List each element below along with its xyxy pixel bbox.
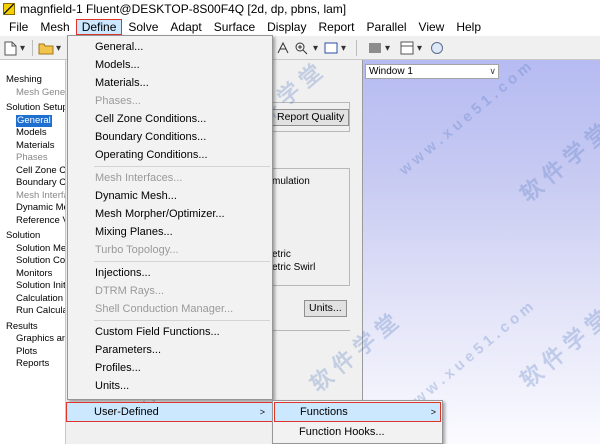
zoom-dropdown-arrow-icon[interactable]: ▾ <box>313 40 318 56</box>
window-layout-icon[interactable] <box>400 40 414 56</box>
new-file-icon[interactable] <box>4 40 17 56</box>
menu-separator <box>94 261 270 262</box>
menu-item-cell-zone-conditions[interactable]: Cell Zone Conditions... <box>69 110 271 128</box>
submenu-arrow-icon: > <box>259 407 265 417</box>
menu-solve[interactable]: Solve <box>122 19 164 35</box>
menu-item-dtrm-rays: DTRM Rays... <box>95 285 165 297</box>
tree-group-solution[interactable]: Solution <box>6 230 40 242</box>
menu-adapt[interactable]: Adapt <box>164 19 207 35</box>
menu-item-user-defined[interactable]: User-Defined > <box>66 402 274 422</box>
menu-item-mixing-planes[interactable]: Mixing Planes... <box>69 223 271 241</box>
menu-view[interactable]: View <box>413 19 451 35</box>
chevron-down-icon: ∨ <box>489 66 496 76</box>
menu-help[interactable]: Help <box>450 19 487 35</box>
menu-separator <box>94 166 270 167</box>
tree-item-solution-controls[interactable]: Solution Controls <box>16 255 65 267</box>
file-dropdown-arrow-icon[interactable]: ▾ <box>20 40 25 56</box>
user-defined-submenu: Functions > Function Hooks... <box>272 400 443 444</box>
menu-item-operating-conditions[interactable]: Operating Conditions... <box>69 146 271 164</box>
menu-item-custom-field-functions[interactable]: Custom Field Functions... <box>69 323 271 341</box>
menu-item-mesh-interfaces: Mesh Interfaces... <box>95 172 183 184</box>
tree-item-solution-methods[interactable]: Solution Methods <box>16 243 65 255</box>
menu-separator <box>94 320 270 321</box>
submenu-arrow-icon: > <box>430 407 436 417</box>
tree-item-plots[interactable]: Plots <box>16 346 37 358</box>
menu-item-turbo-topology: Turbo Topology... <box>95 244 179 256</box>
fit-dropdown-arrow-icon[interactable]: ▾ <box>341 40 346 56</box>
submenu-item-function-hooks[interactable]: Function Hooks... <box>274 423 441 443</box>
menu-item-profiles[interactable]: Profiles... <box>69 359 271 377</box>
menu-mesh[interactable]: Mesh <box>34 19 75 35</box>
menu-item-units[interactable]: Units... <box>69 377 271 395</box>
tree-item-graphics-and-animations[interactable]: Graphics and Animations <box>16 333 65 345</box>
tree-item-phases[interactable]: Phases <box>16 152 48 164</box>
axisymmetric-option[interactable]: etric <box>272 249 291 260</box>
simulation-type-label: mulation <box>272 176 310 187</box>
tree-item-models[interactable]: Models <box>16 127 47 139</box>
tree-item-calculation-activities[interactable]: Calculation Activities <box>16 293 65 305</box>
layout-dropdown-arrow-icon[interactable]: ▾ <box>385 40 390 56</box>
submenu-item-label: Functions <box>300 406 348 418</box>
tree-group-meshing[interactable]: Meshing <box>6 74 42 86</box>
menu-item-label: User-Defined <box>94 406 159 418</box>
submenu-item-label: Function Hooks... <box>299 426 385 438</box>
help-icon[interactable] <box>430 40 444 56</box>
window-layout-dropdown-arrow-icon[interactable]: ▾ <box>417 40 422 56</box>
menu-item-dynamic-mesh[interactable]: Dynamic Mesh... <box>69 187 271 205</box>
window-selector-dropdown[interactable]: Window 1 ∨ <box>365 64 499 79</box>
menu-item-phases: Phases... <box>95 95 141 107</box>
toolbar-separator <box>32 40 33 56</box>
zoom-in-icon[interactable] <box>294 40 308 56</box>
tree-item-reference-values[interactable]: Reference Values <box>16 215 65 227</box>
tree-item-monitors[interactable]: Monitors <box>16 268 52 280</box>
tree-item-materials[interactable]: Materials <box>16 140 55 152</box>
fit-window-icon[interactable] <box>324 40 338 56</box>
menu-define[interactable]: Define <box>75 19 123 35</box>
tree-item-solution-initialization[interactable]: Solution Initialization <box>16 280 65 292</box>
probe-icon[interactable] <box>276 40 290 56</box>
menu-report[interactable]: Report <box>312 19 360 35</box>
layout-icon[interactable] <box>368 40 382 56</box>
menu-item-boundary-conditions[interactable]: Boundary Conditions... <box>69 128 271 146</box>
tree-item-dynamic-mesh[interactable]: Dynamic Mesh <box>16 202 65 214</box>
define-menu-dropdown: General... Models... Materials... Phases...… <box>67 35 273 400</box>
open-dropdown-arrow-icon[interactable]: ▾ <box>56 40 61 56</box>
open-folder-icon[interactable] <box>38 40 54 56</box>
menu-display[interactable]: Display <box>261 19 312 35</box>
menu-item-general[interactable]: General... <box>69 38 271 56</box>
menu-item-parameters[interactable]: Parameters... <box>69 341 271 359</box>
tree-item-mesh-interfaces[interactable]: Mesh Interfaces <box>16 190 65 202</box>
tree-item-boundary-conditions[interactable]: Boundary Conditions <box>16 177 65 189</box>
menu-item-mesh-morpher-optimizer[interactable]: Mesh Morpher/Optimizer... <box>69 205 271 223</box>
tree-group-solution-setup[interactable]: Solution Setup <box>6 102 65 114</box>
fluent-app-icon <box>3 3 15 15</box>
menu-item-models[interactable]: Models... <box>69 56 271 74</box>
axisymmetric-swirl-option[interactable]: etric Swirl <box>272 262 315 273</box>
window-selector-value: Window 1 <box>369 66 413 77</box>
graphics-window[interactable]: Window 1 ∨ <box>362 60 600 444</box>
tree-item-general[interactable]: General <box>16 114 52 127</box>
toolbar-separator <box>356 40 357 56</box>
tree-item-cell-zone-conditions[interactable]: Cell Zone Conditions <box>16 165 65 177</box>
submenu-item-functions[interactable]: Functions > <box>274 402 441 422</box>
window-title: magnfield-1 Fluent@DESKTOP-8S00F4Q [2d, … <box>20 2 347 16</box>
menu-file[interactable]: File <box>3 19 34 35</box>
menu-surface[interactable]: Surface <box>208 19 261 35</box>
tree-item-run-calculation[interactable]: Run Calculation <box>16 305 65 317</box>
menu-item-injections[interactable]: Injections... <box>69 264 271 282</box>
menu-item-materials[interactable]: Materials... <box>69 74 271 92</box>
menu-item-shell-conduction-manager: Shell Conduction Manager... <box>95 303 234 315</box>
tree-item-mesh-generation[interactable]: Mesh Generation <box>16 87 65 99</box>
tree-group-results[interactable]: Results <box>6 321 38 333</box>
menu-parallel[interactable]: Parallel <box>361 19 413 35</box>
menu-bar: File Mesh Define Solve Adapt Surface Display Re… <box>0 18 600 36</box>
tree-item-reports[interactable]: Reports <box>16 358 49 370</box>
title-bar: magnfield-1 Fluent@DESKTOP-8S00F4Q [2d, … <box>0 0 600 18</box>
navigation-tree: MeshingMesh Generation Solution SetupGene… <box>0 60 66 444</box>
units-button[interactable]: Units... <box>304 300 347 317</box>
